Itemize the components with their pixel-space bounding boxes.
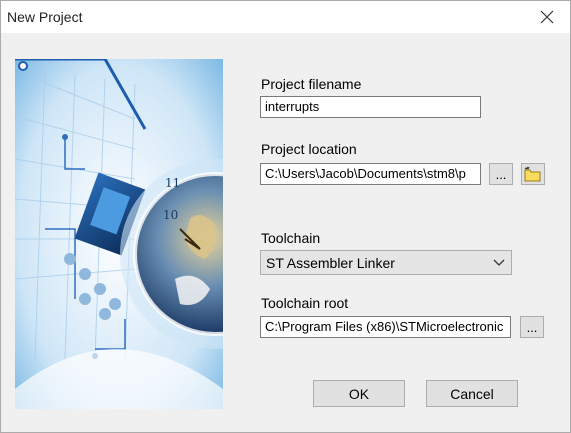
svg-text:10: 10: [163, 208, 178, 222]
toolchain-select[interactable]: ST Assembler Linker: [260, 250, 512, 275]
window-title: New Project: [7, 9, 83, 25]
title-bar[interactable]: New Project: [1, 1, 570, 33]
toolchain-root-browse-button[interactable]: ...: [520, 316, 544, 338]
new-folder-button[interactable]: [521, 163, 545, 185]
svg-text:11: 11: [165, 176, 180, 190]
toolchain-root-label: Toolchain root: [261, 295, 349, 311]
new-folder-icon: [524, 166, 541, 182]
ok-button[interactable]: OK: [313, 380, 405, 407]
project-location-input[interactable]: C:\Users\Jacob\Documents\stm8\p: [260, 163, 481, 185]
wizard-image: 11 10: [15, 59, 223, 409]
new-project-dialog: New Project 11 10 Project filename inter…: [0, 0, 571, 433]
close-icon: [540, 10, 554, 24]
project-filename-label: Project filename: [261, 76, 362, 92]
toolchain-label: Toolchain: [261, 230, 321, 246]
toolchain-selected-value: ST Assembler Linker: [266, 255, 395, 271]
close-button[interactable]: [524, 1, 570, 33]
cancel-button[interactable]: Cancel: [426, 380, 518, 407]
toolchain-root-input[interactable]: C:\Program Files (x86)\STMicroelectronic: [260, 316, 511, 338]
location-browse-button[interactable]: ...: [489, 163, 513, 185]
project-filename-input[interactable]: interrupts: [260, 96, 481, 118]
chevron-down-icon: [493, 259, 505, 266]
project-location-label: Project location: [261, 141, 357, 157]
